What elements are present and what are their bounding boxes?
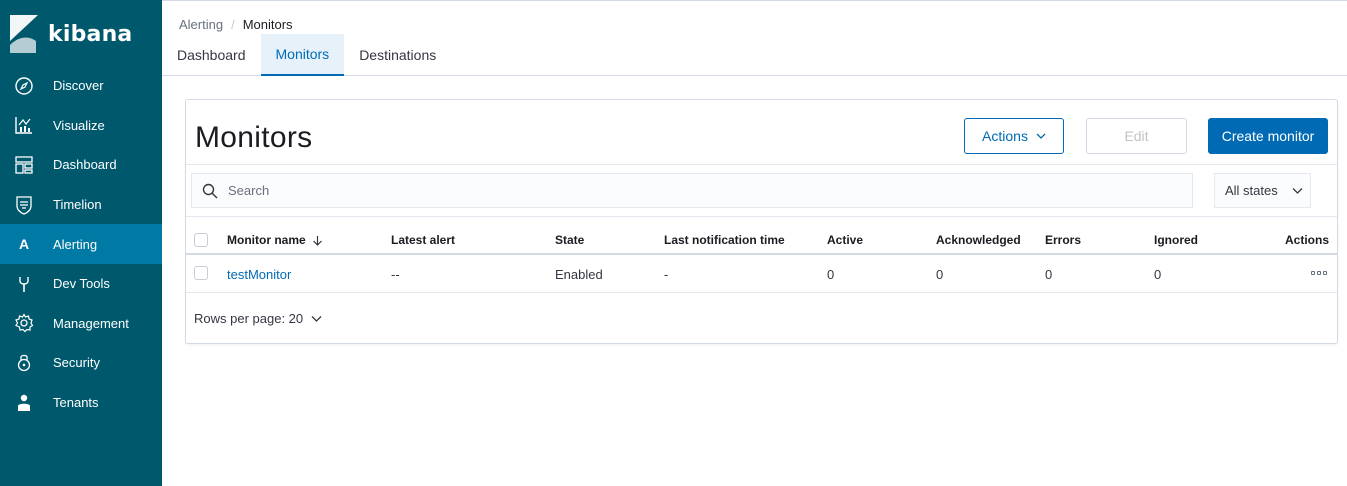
dashboard-icon (14, 155, 34, 175)
breadcrumb-separator: / (231, 17, 235, 32)
column-acknowledged[interactable]: Acknowledged (936, 227, 1021, 253)
column-latest-alert[interactable]: Latest alert (391, 227, 455, 253)
sidebar-item-label: Dev Tools (53, 276, 110, 292)
dot (1317, 271, 1321, 275)
search-icon (202, 183, 218, 198)
rows-per-page-label: Rows per page: 20 (194, 311, 304, 326)
cell-ignored: 0 (1154, 266, 1162, 282)
chevron-down-icon (311, 316, 322, 322)
tab-monitors[interactable]: Monitors (260, 34, 345, 76)
dot (1323, 271, 1327, 275)
cell-state: Enabled (555, 266, 603, 282)
sidebar-item-dev-tools[interactable]: Dev Tools (0, 264, 162, 304)
breadcrumb-current: Monitors (242, 17, 293, 32)
sidebar-item-label: Alerting (53, 236, 98, 252)
gear-icon (14, 313, 34, 333)
select-all-checkbox[interactable] (194, 233, 208, 247)
sidebar-item-label: Management (53, 315, 129, 331)
state-filter-value: All states (1225, 183, 1278, 198)
sidebar-nav: Discover Visualize Dashboard Timelion A … (0, 66, 162, 422)
chart-icon (14, 115, 34, 135)
chevron-down-icon (1292, 188, 1303, 194)
sidebar-item-label: Timelion (53, 197, 102, 213)
app-name: kibana (48, 21, 133, 47)
cell-latest-alert: -- (391, 266, 400, 282)
column-ignored[interactable]: Ignored (1154, 227, 1198, 253)
breadcrumb-alerting[interactable]: Alerting (179, 17, 223, 32)
sidebar-item-label: Tenants (53, 395, 99, 411)
search-input[interactable] (228, 183, 1128, 198)
tab-dashboard[interactable]: Dashboard (162, 34, 261, 76)
sidebar-item-visualize[interactable]: Visualize (0, 106, 162, 146)
sidebar-item-discover[interactable]: Discover (0, 66, 162, 106)
cell-errors: 0 (1045, 266, 1053, 282)
kibana-logo-icon (8, 15, 38, 53)
monitor-name-link[interactable]: testMonitor (227, 267, 291, 282)
shield-icon (14, 195, 34, 215)
tab-bar: Dashboard Monitors Destinations (162, 34, 1347, 76)
search-box[interactable] (191, 173, 1193, 208)
rows-per-page-button[interactable]: Rows per page: 20 (194, 311, 322, 326)
sidebar-item-security[interactable]: Security (0, 343, 162, 383)
column-monitor-name[interactable]: Monitor name (227, 227, 323, 253)
sidebar-item-dashboard[interactable]: Dashboard (0, 145, 162, 185)
column-errors[interactable]: Errors (1045, 227, 1081, 253)
column-last-notification-time[interactable]: Last notification time (664, 227, 785, 253)
state-filter-select[interactable]: All states (1214, 173, 1311, 208)
sidebar: kibana Discover Visualize Dashboard Time… (0, 0, 162, 486)
actions-button[interactable]: Actions (964, 118, 1064, 154)
column-active[interactable]: Active (827, 227, 863, 253)
chevron-down-icon (1036, 133, 1046, 139)
divider (186, 216, 1337, 217)
breadcrumb: Alerting / Monitors (179, 17, 293, 32)
table-row: testMonitor -- Enabled - 0 0 0 0 (186, 256, 1337, 293)
edit-button[interactable]: Edit (1086, 118, 1187, 154)
sidebar-item-label: Dashboard (53, 157, 117, 173)
row-actions-menu-icon[interactable] (1311, 268, 1327, 278)
divider (186, 164, 1337, 165)
sidebar-item-tenants[interactable]: Tenants (0, 383, 162, 423)
lock-icon (14, 353, 34, 373)
dot (1311, 271, 1315, 275)
sidebar-item-label: Discover (53, 78, 104, 94)
table-header: Monitor name Latest alert State Last not… (186, 227, 1337, 255)
sidebar-item-alerting[interactable]: A Alerting (0, 224, 162, 264)
user-icon (14, 393, 34, 413)
cell-monitor-name: testMonitor (227, 256, 291, 292)
compass-icon (14, 76, 34, 96)
wrench-icon (14, 274, 34, 294)
sidebar-item-management[interactable]: Management (0, 304, 162, 344)
sidebar-item-label: Security (53, 355, 100, 371)
cell-acknowledged: 0 (936, 266, 944, 282)
cell-last-notification-time: - (664, 266, 669, 282)
sort-down-icon (312, 235, 322, 246)
tab-destinations[interactable]: Destinations (344, 34, 451, 76)
column-state[interactable]: State (555, 227, 584, 253)
sidebar-item-label: Visualize (53, 117, 105, 133)
create-monitor-button[interactable]: Create monitor (1208, 118, 1328, 154)
alerting-letter-icon: A (18, 236, 30, 253)
cell-active: 0 (827, 266, 835, 282)
column-actions: Actions (1284, 233, 1329, 247)
page-title: Monitors (195, 121, 313, 154)
actions-button-label: Actions (982, 128, 1028, 144)
row-divider (186, 292, 1337, 293)
row-checkbox[interactable] (194, 266, 208, 280)
monitors-panel: Monitors Actions Edit Create monitor All… (185, 99, 1338, 344)
header-divider (186, 253, 1337, 255)
kibana-logo[interactable]: kibana (8, 14, 132, 54)
column-label: Monitor name (227, 233, 306, 247)
top-divider (162, 0, 1347, 1)
sidebar-item-timelion[interactable]: Timelion (0, 185, 162, 225)
